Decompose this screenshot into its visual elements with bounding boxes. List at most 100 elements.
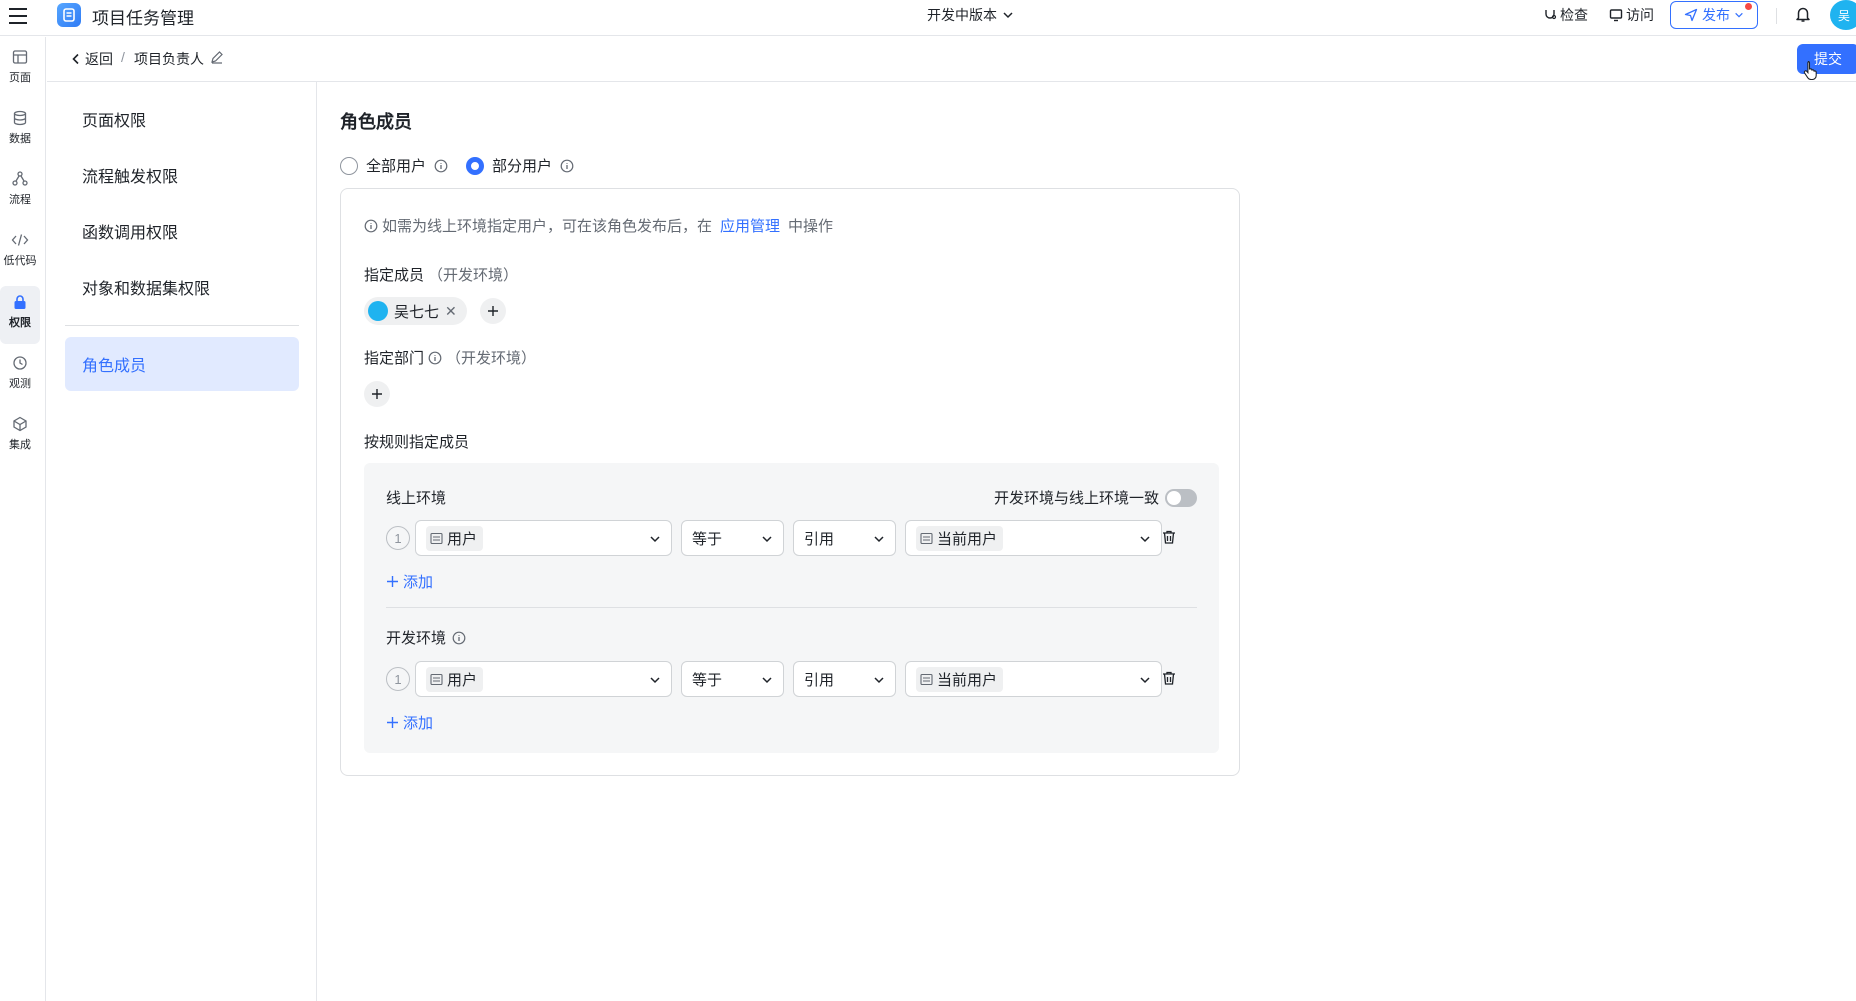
back-label: 返回 bbox=[85, 51, 113, 67]
plus-icon bbox=[386, 716, 399, 729]
rail-item-page[interactable]: 页面 bbox=[0, 49, 40, 103]
add-member-button[interactable] bbox=[480, 298, 506, 324]
check-label: 检查 bbox=[1560, 7, 1588, 23]
rail-item-integration[interactable]: 集成 bbox=[0, 416, 40, 470]
sync-toggle[interactable] bbox=[1165, 488, 1197, 507]
role-title: 项目负责人 bbox=[134, 51, 204, 67]
field-select[interactable]: 用户 bbox=[415, 661, 672, 697]
notification-dot bbox=[1745, 3, 1752, 10]
visit-label: 访问 bbox=[1626, 7, 1654, 23]
sync-toggle-row: 开发环境与线上环境一致 bbox=[994, 487, 1197, 508]
rail-label: 观测 bbox=[9, 378, 31, 390]
bell-icon[interactable] bbox=[1794, 5, 1812, 23]
menu-item-function-permission[interactable]: 函数调用权限 bbox=[65, 204, 299, 258]
info-icon bbox=[560, 159, 574, 173]
app-title: 项目任务管理 bbox=[92, 9, 194, 28]
add-dept-button[interactable] bbox=[364, 381, 390, 407]
user-avatar[interactable]: 吴 bbox=[1830, 0, 1856, 30]
value-type-select[interactable]: 引用 bbox=[793, 520, 896, 556]
menu-item-role-members[interactable]: 角色成员 bbox=[65, 337, 299, 391]
radio-all-users[interactable]: 全部用户 bbox=[340, 155, 448, 176]
value-type-select[interactable]: 引用 bbox=[793, 661, 896, 697]
back-button[interactable]: 返回 bbox=[71, 49, 113, 69]
chevron-down-icon bbox=[649, 674, 661, 686]
check-icon bbox=[1543, 8, 1557, 22]
online-env-label: 线上环境 bbox=[386, 490, 447, 507]
rail-label: 低代码 bbox=[3, 255, 37, 267]
radio-button[interactable] bbox=[340, 156, 358, 175]
field-value: 用户 bbox=[447, 530, 478, 548]
rule-index: 1 bbox=[386, 526, 410, 550]
rail-label: 集成 bbox=[9, 439, 31, 451]
rail-item-observe[interactable]: 观测 bbox=[0, 355, 40, 409]
menu-item-flow-permission[interactable]: 流程触发权限 bbox=[65, 148, 299, 202]
rail-item-permission[interactable]: 权限 bbox=[0, 286, 40, 344]
mouse-cursor-icon bbox=[1803, 60, 1819, 80]
database-icon bbox=[12, 110, 28, 126]
send-icon bbox=[1684, 8, 1698, 22]
online-add-rule-button[interactable]: 添加 bbox=[386, 571, 433, 592]
rule-index: 1 bbox=[386, 667, 410, 691]
member-name: 吴七七 bbox=[394, 303, 440, 321]
trash-icon[interactable] bbox=[1161, 529, 1177, 545]
value-select[interactable]: 当前用户 bbox=[905, 661, 1162, 697]
table-icon bbox=[430, 673, 443, 686]
chevron-down-icon bbox=[1002, 9, 1014, 21]
dev-add-rule-button[interactable]: 添加 bbox=[386, 712, 433, 733]
trash-icon[interactable] bbox=[1161, 670, 1177, 686]
plus-icon bbox=[487, 305, 499, 317]
chevron-down-icon bbox=[1139, 674, 1151, 686]
rail-item-flow[interactable]: 流程 bbox=[0, 171, 40, 225]
close-icon[interactable]: ✕ bbox=[445, 303, 457, 320]
tip-suffix: 中操作 bbox=[788, 218, 834, 235]
value-text: 当前用户 bbox=[937, 530, 998, 548]
avatar-initial: 吴 bbox=[1838, 8, 1851, 23]
value-type: 引用 bbox=[804, 671, 835, 689]
rail-item-data[interactable]: 数据 bbox=[0, 110, 40, 164]
divider bbox=[1776, 8, 1777, 24]
publish-button[interactable]: 发布 bbox=[1670, 1, 1758, 29]
menu-item-object-permission[interactable]: 对象和数据集权限 bbox=[65, 260, 299, 314]
rail-item-lowcode[interactable]: 低代码 bbox=[0, 232, 40, 286]
rail-label: 页面 bbox=[9, 72, 31, 84]
code-icon bbox=[11, 232, 29, 248]
members-card: 如需为线上环境指定用户，可在该角色发布后，在 应用管理 中操作 指定成员 （开发… bbox=[340, 188, 1240, 776]
radio-partial-users[interactable]: 部分用户 bbox=[466, 155, 574, 176]
operator-select[interactable]: 等于 bbox=[681, 661, 784, 697]
version-selector[interactable]: 开发中版本 bbox=[927, 5, 1014, 25]
section-title: 角色成员 bbox=[340, 112, 412, 132]
info-icon bbox=[364, 219, 378, 233]
operator-value: 等于 bbox=[692, 671, 723, 689]
user-scope-radio-group: 全部用户 部分用户 bbox=[340, 155, 592, 176]
dept-label: 指定部门 （开发环境） bbox=[364, 347, 536, 368]
rules-box: 线上环境 开发环境与线上环境一致 1 用户 等于 引用 当前用户 添加 开发环境… bbox=[364, 463, 1219, 753]
radio-button-checked[interactable] bbox=[466, 156, 485, 175]
value-type: 引用 bbox=[804, 530, 835, 548]
app-management-link[interactable]: 应用管理 bbox=[720, 215, 780, 236]
radio-partial-label: 部分用户 bbox=[492, 158, 553, 175]
avatar bbox=[368, 301, 388, 321]
chevron-down-icon bbox=[873, 674, 885, 686]
sync-label: 开发环境与线上环境一致 bbox=[993, 490, 1159, 507]
chevron-down-icon bbox=[761, 674, 773, 686]
flow-icon bbox=[12, 171, 28, 187]
visit-button[interactable]: 访问 bbox=[1609, 5, 1654, 25]
top-bar: 项目任务管理 开发中版本 检查 访问 发布 吴 bbox=[0, 0, 1856, 36]
info-icon bbox=[434, 159, 448, 173]
operator-value: 等于 bbox=[692, 530, 723, 548]
dev-env-label: 开发环境 bbox=[386, 627, 466, 648]
menu-item-page-permission[interactable]: 页面权限 bbox=[65, 92, 299, 146]
operator-select[interactable]: 等于 bbox=[681, 520, 784, 556]
plus-icon bbox=[386, 575, 399, 588]
members-label-text: 指定成员 bbox=[364, 267, 425, 284]
observe-icon bbox=[12, 355, 28, 371]
permission-menu: 页面权限 流程触发权限 函数调用权限 对象和数据集权限 角色成员 bbox=[47, 82, 317, 1001]
check-button[interactable]: 检查 bbox=[1543, 5, 1588, 25]
lock-icon bbox=[12, 294, 28, 310]
edit-icon[interactable] bbox=[210, 50, 224, 64]
value-text: 当前用户 bbox=[937, 671, 998, 689]
menu-icon[interactable] bbox=[7, 5, 29, 27]
radio-all-label: 全部用户 bbox=[366, 158, 427, 175]
field-select[interactable]: 用户 bbox=[415, 520, 672, 556]
value-select[interactable]: 当前用户 bbox=[905, 520, 1162, 556]
